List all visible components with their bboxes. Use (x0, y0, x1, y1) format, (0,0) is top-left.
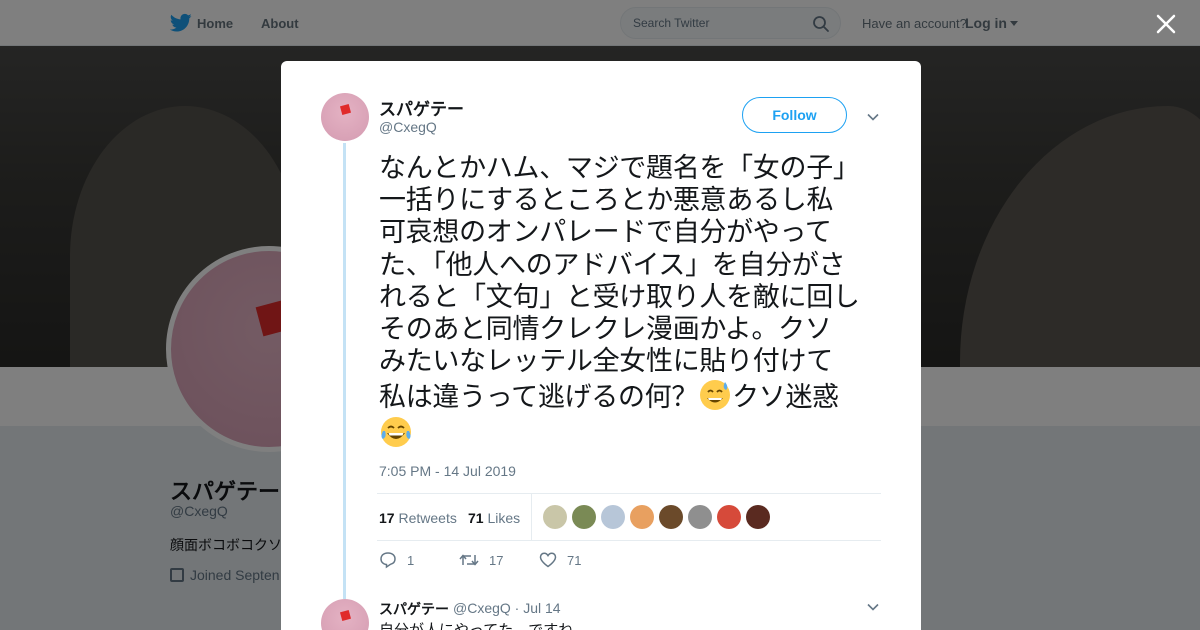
tweet-text-segment: 私は違うって逃げるの何？ (379, 382, 699, 414)
reply-author-name[interactable]: スパゲテー (379, 599, 449, 619)
retweet-icon (459, 554, 479, 566)
tweet-text-line: 私は違うって逃げるの何？ クソ迷惑 (379, 378, 889, 414)
retweets-count: 17 (379, 510, 395, 526)
reply-count: 1 (407, 552, 415, 568)
tweet-text: なんとかハム、マジで題名を「女の子」 一括りにするところとか悪意あるし私 可哀想… (379, 153, 889, 451)
tweet-text-line: 可哀想のオンパレードで自分がやって (379, 217, 832, 249)
reply-text: 自分が人にやってた、ですね (379, 619, 573, 630)
reply-avatar[interactable] (321, 599, 369, 630)
liker-avatar[interactable] (630, 505, 654, 529)
chevron-down-icon[interactable] (867, 111, 879, 123)
liker-avatar[interactable] (659, 505, 683, 529)
liker-avatar[interactable] (717, 505, 741, 529)
chevron-down-icon[interactable] (867, 601, 879, 613)
liker-avatar[interactable] (746, 505, 770, 529)
grinning-sweat-emoji-icon (700, 380, 731, 411)
like-count: 71 (567, 552, 582, 568)
avatar-z-mark (339, 609, 352, 622)
retweets-stat[interactable]: 17 Retweets (379, 510, 457, 526)
tweet-stats: 17 Retweets 71 Likes (377, 493, 881, 541)
tweet-author-handle[interactable]: @CxegQ (379, 119, 437, 135)
likes-stat[interactable]: 71 Likes (468, 510, 520, 526)
close-icon[interactable] (1154, 12, 1178, 36)
liker-avatar[interactable] (601, 505, 625, 529)
thread-line (343, 143, 346, 599)
tears-of-joy-emoji-icon (381, 416, 411, 447)
liker-avatar[interactable] (572, 505, 596, 529)
reply-action[interactable]: 1 (379, 551, 414, 569)
retweets-label: Retweets (398, 510, 457, 526)
stats-divider (531, 494, 532, 541)
likes-count: 71 (468, 510, 484, 526)
heart-icon (539, 552, 557, 568)
tweet-text-line: れると「文句」と受け取り人を敵に回し (379, 281, 860, 313)
tweet-author-name[interactable]: スパゲテー (379, 95, 464, 120)
like-action[interactable]: 71 (539, 551, 581, 569)
reply-author-handle-date[interactable]: @CxegQ · Jul 14 (453, 600, 561, 616)
avatar[interactable] (321, 93, 369, 141)
tweet-text-line: 一括りにするところとか悪意あるし私 (379, 185, 834, 217)
tweet-text-segment: クソ迷惑 (732, 382, 839, 414)
tweet-text-line: た、「他人へのアドバイス」を自分がさ (379, 249, 846, 281)
follow-button[interactable]: Follow (742, 97, 847, 133)
tweet-text-line (379, 415, 889, 451)
retweet-count: 17 (489, 552, 504, 568)
tweet-text-line: なんとかハム、マジで題名を「女の子」 (379, 153, 860, 184)
reply-icon (380, 552, 396, 569)
liker-avatar[interactable] (688, 505, 712, 529)
tweet-text-line: そのあと同情クレクレ漫画かよ。クソ (379, 314, 832, 346)
tweet-modal: スパゲテー @CxegQ Follow なんとかハム、マジで題名を「女の子」 一… (281, 61, 921, 630)
likes-label: Likes (487, 510, 521, 526)
avatar-z-mark (339, 103, 352, 116)
tweet-timestamp[interactable]: 7:05 PM - 14 Jul 2019 (379, 463, 516, 479)
retweet-action[interactable]: 17 (459, 551, 503, 569)
tweet-text-line: みたいなレッテル全女性に貼り付けて (379, 346, 833, 378)
liker-avatar[interactable] (543, 505, 567, 529)
